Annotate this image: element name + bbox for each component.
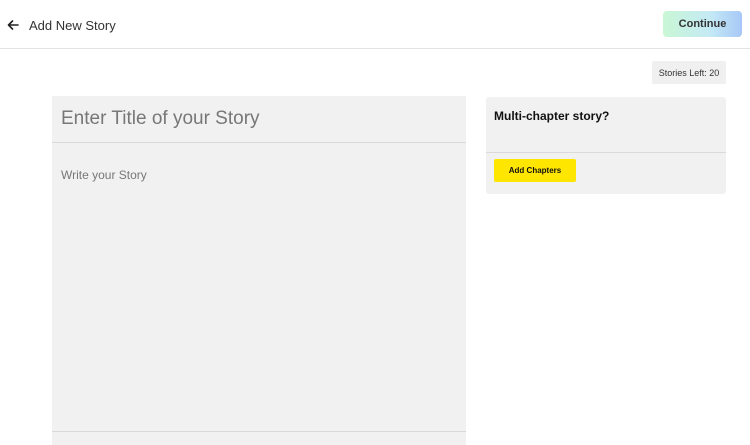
continue-button[interactable]: Continue — [663, 11, 742, 37]
stories-left-badge: Stories Left: 20 — [652, 61, 726, 84]
page-title: Add New Story — [29, 18, 116, 33]
back-button[interactable] — [4, 14, 22, 36]
multi-chapter-card: Multi-chapter story? Add Chapters — [486, 97, 726, 194]
story-title-input[interactable] — [52, 96, 466, 143]
story-body-input[interactable] — [52, 144, 466, 431]
story-editor — [52, 96, 466, 445]
add-chapters-button[interactable]: Add Chapters — [494, 159, 576, 182]
top-bar: Add New Story Continue — [0, 0, 750, 49]
multi-chapter-heading: Multi-chapter story? — [494, 109, 610, 123]
arrow-left-icon — [7, 20, 19, 30]
editor-footer-divider — [52, 431, 466, 432]
chapter-card-divider — [486, 152, 726, 153]
